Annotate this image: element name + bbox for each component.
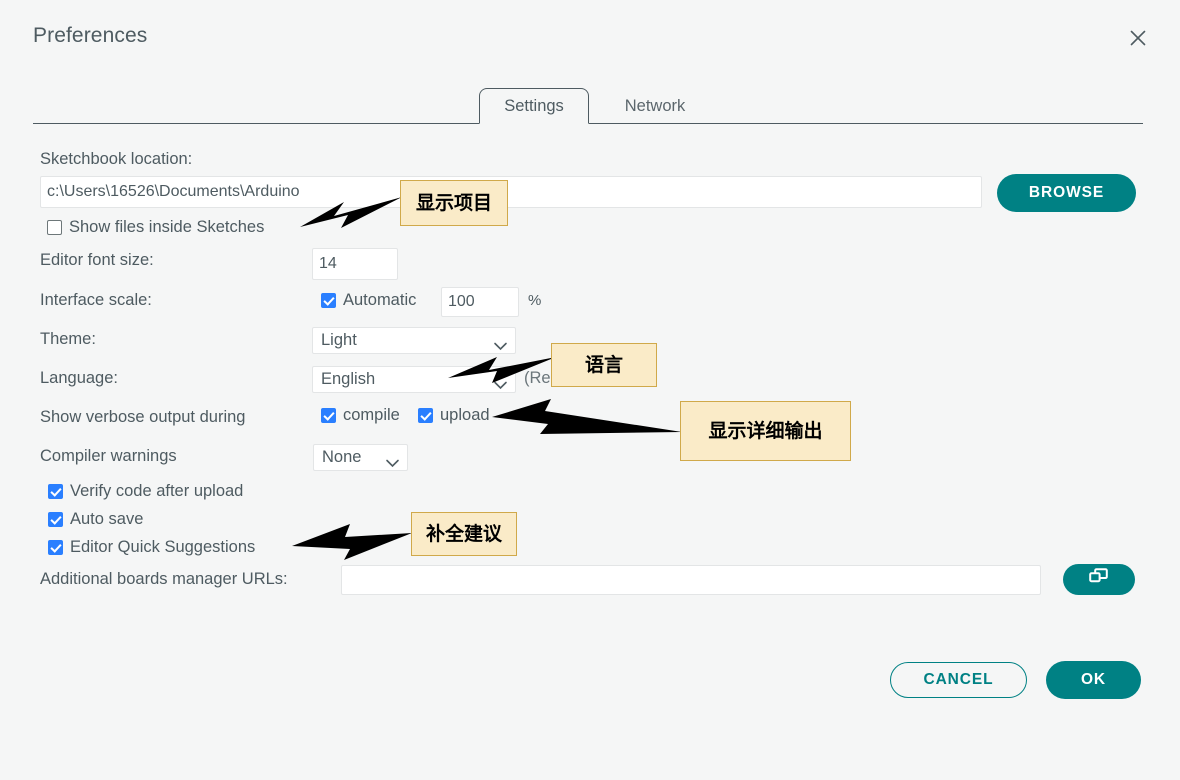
tab-network-label: Network xyxy=(624,96,686,115)
percent-label: % xyxy=(528,292,542,309)
tab-settings-label: Settings xyxy=(504,96,564,115)
annotation-quick-suggestions: 补全建议 xyxy=(411,512,517,556)
checkbox-box xyxy=(47,220,62,235)
annotation-verbose-output: 显示详细输出 xyxy=(680,401,851,461)
chevron-down-icon xyxy=(494,376,507,395)
sketchbook-location-label: Sketchbook location: xyxy=(40,150,193,168)
interface-scale-input[interactable]: 100 xyxy=(441,287,519,317)
verbose-compile-label: compile xyxy=(343,406,400,424)
checkbox-box xyxy=(418,408,433,423)
editor-font-size-input[interactable]: 14 xyxy=(312,248,398,280)
annotation-language: 语言 xyxy=(551,343,657,387)
verbose-upload-checkbox[interactable]: upload xyxy=(418,406,490,425)
open-boards-urls-window-button[interactable] xyxy=(1063,564,1135,595)
tab-network[interactable]: Network xyxy=(603,88,707,124)
additional-boards-urls-input[interactable] xyxy=(341,565,1041,595)
language-select[interactable]: English xyxy=(312,366,516,393)
interface-scale-automatic-label: Automatic xyxy=(343,291,417,309)
auto-save-checkbox[interactable]: Auto save xyxy=(48,510,143,529)
verbose-upload-label: upload xyxy=(440,406,490,424)
checkbox-box xyxy=(48,540,63,555)
checkbox-box xyxy=(48,512,63,527)
editor-quick-suggestions-checkbox[interactable]: Editor Quick Suggestions xyxy=(48,538,255,557)
verify-code-after-upload-checkbox[interactable]: Verify code after upload xyxy=(48,482,243,501)
chevron-down-icon xyxy=(386,454,399,473)
additional-boards-urls-label: Additional boards manager URLs: xyxy=(40,570,288,588)
compiler-warnings-value: None xyxy=(322,448,362,466)
tab-settings[interactable]: Settings xyxy=(479,88,589,124)
compiler-warnings-select[interactable]: None xyxy=(313,444,408,471)
interface-scale-automatic-checkbox[interactable]: Automatic xyxy=(321,291,416,310)
chevron-down-icon xyxy=(494,337,507,356)
theme-label: Theme: xyxy=(40,330,96,348)
checkbox-box xyxy=(321,408,336,423)
preferences-dialog: Preferences Settings Network Sketchbook … xyxy=(0,0,1180,780)
theme-select-value: Light xyxy=(321,331,357,349)
checkbox-box xyxy=(321,293,336,308)
compiler-warnings-label: Compiler warnings xyxy=(40,447,177,465)
language-label: Language: xyxy=(40,369,118,387)
theme-select[interactable]: Light xyxy=(312,327,516,354)
verbose-output-label: Show verbose output during xyxy=(40,408,246,426)
cancel-button[interactable]: CANCEL xyxy=(890,662,1027,698)
verbose-compile-checkbox[interactable]: compile xyxy=(321,406,400,425)
sketchbook-location-input[interactable]: c:\Users\16526\Documents\Arduino xyxy=(40,176,982,208)
auto-save-label: Auto save xyxy=(70,510,144,528)
open-window-icon xyxy=(1089,568,1109,591)
checkbox-box xyxy=(48,484,63,499)
interface-scale-label: Interface scale: xyxy=(40,291,152,309)
editor-quick-suggestions-label: Editor Quick Suggestions xyxy=(70,538,256,556)
show-files-inside-sketches-label: Show files inside Sketches xyxy=(69,218,265,236)
show-files-inside-sketches-checkbox[interactable]: Show files inside Sketches xyxy=(47,218,264,237)
language-select-value: English xyxy=(321,370,376,388)
browse-button[interactable]: BROWSE xyxy=(997,174,1136,212)
annotation-show-project: 显示项目 xyxy=(400,180,508,226)
verify-code-after-upload-label: Verify code after upload xyxy=(70,482,244,500)
ok-button[interactable]: OK xyxy=(1046,661,1141,699)
editor-font-size-label: Editor font size: xyxy=(40,251,154,269)
